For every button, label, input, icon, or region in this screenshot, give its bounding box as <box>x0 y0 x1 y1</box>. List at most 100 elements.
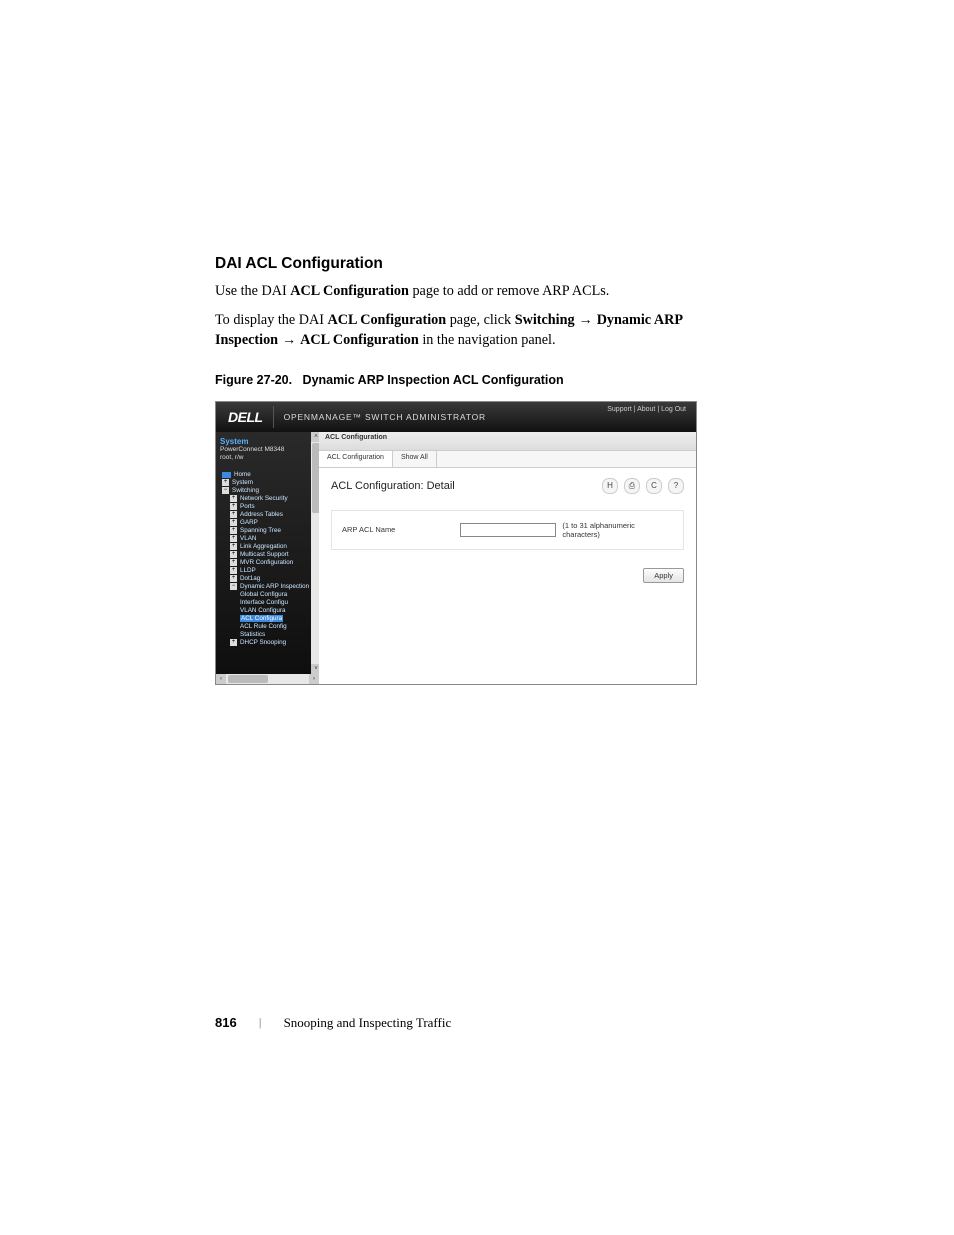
plus-icon: + <box>230 535 237 542</box>
nav-step: ACL Configuration <box>300 332 419 348</box>
tree-subitem[interactable]: Global Configura <box>240 591 315 598</box>
divider <box>273 406 274 428</box>
breadcrumb: ACL Configuration <box>319 432 696 451</box>
text: To display the DAI <box>215 312 328 328</box>
tab-acl-configuration[interactable]: ACL Configuration <box>319 451 393 467</box>
apply-button[interactable]: Apply <box>643 568 684 583</box>
tree-label: GARP <box>240 519 258 526</box>
tree-label: LLDP <box>240 567 256 574</box>
intro-paragraph-2: To display the DAI ACL Configuration pag… <box>215 310 745 351</box>
plus-icon: + <box>230 567 237 574</box>
tree-item[interactable]: +VLAN <box>230 535 315 542</box>
save-icon[interactable]: H <box>602 478 618 494</box>
panel-toolbar: H ⎙ C ? <box>602 478 684 494</box>
tree-item[interactable]: +Network Security <box>230 495 315 502</box>
tree-label: Dot1ag <box>240 575 260 582</box>
minus-icon: − <box>222 487 229 494</box>
plus-icon: + <box>230 495 237 502</box>
plus-icon: + <box>230 527 237 534</box>
tree-label: Ports <box>240 503 255 510</box>
app-header: DELL OPENMANAGE™ SWITCH ADMINISTRATOR Su… <box>216 402 696 432</box>
logo-text: DELL <box>228 409 263 425</box>
plus-icon: + <box>230 551 237 558</box>
screenshot: DELL OPENMANAGE™ SWITCH ADMINISTRATOR Su… <box>215 401 697 685</box>
chapter-title: Snooping and Inspecting Traffic <box>284 1015 452 1031</box>
tree-item[interactable]: +LLDP <box>230 567 315 574</box>
intro-paragraph-1: Use the DAI ACL Configuration page to ad… <box>215 281 745 302</box>
tree-label: Interface Configu <box>240 599 288 606</box>
nav-tree: Home +System −Switching +Network Securit… <box>220 471 315 646</box>
panel-title-row: ACL Configuration: Detail H ⎙ C ? <box>331 478 684 494</box>
tree-item[interactable]: +MVR Configuration <box>230 559 315 566</box>
arrow-icon: → <box>575 312 597 328</box>
print-icon[interactable]: ⎙ <box>624 478 640 494</box>
minus-icon: − <box>230 583 237 590</box>
tree-subitem[interactable]: VLAN Configura <box>240 607 315 614</box>
tree-subitem-selected[interactable]: ACL Configura <box>240 615 315 622</box>
tree-label: MVR Configuration <box>240 559 293 566</box>
tree-item[interactable]: +GARP <box>230 519 315 526</box>
tree-home[interactable]: Home <box>222 471 315 478</box>
scroll-thumb[interactable] <box>228 675 268 683</box>
tree-label: VLAN Configura <box>240 607 286 614</box>
tree-label: Address Tables <box>240 511 283 518</box>
arrow-icon: → <box>278 332 300 348</box>
button-row: Apply <box>331 568 684 583</box>
scroll-thumb[interactable] <box>312 443 319 513</box>
refresh-icon[interactable]: C <box>646 478 662 494</box>
plus-icon: + <box>230 503 237 510</box>
header-links[interactable]: Support | About | Log Out <box>607 406 686 413</box>
tree-item[interactable]: +Ports <box>230 503 315 510</box>
scroll-down-icon[interactable]: ˅ <box>311 664 319 674</box>
text: page to add or remove ARP ACLs. <box>409 283 609 299</box>
tree-label: Statistics <box>240 631 265 638</box>
field-hint: (1 to 31 alphanumeric characters) <box>562 521 673 539</box>
plus-icon: + <box>230 639 237 646</box>
scroll-right-icon[interactable]: › <box>309 674 319 684</box>
scroll-up-icon[interactable]: ˄ <box>311 432 319 442</box>
tree-item[interactable]: +Link Aggregation <box>230 543 315 550</box>
vertical-scrollbar[interactable]: ˄ ˅ <box>311 432 319 684</box>
section-heading: DAI ACL Configuration <box>215 255 745 273</box>
sidebar-system-label: System <box>220 437 315 446</box>
horizontal-scrollbar[interactable]: ‹ › <box>216 674 319 684</box>
tree-label: Global Configura <box>240 591 287 598</box>
figure-number: Figure 27-20. <box>215 373 292 387</box>
dell-logo: DELL <box>228 409 263 425</box>
page-number: 816 <box>215 1015 237 1030</box>
tree-subitem[interactable]: ACL Rule Config <box>240 623 315 630</box>
plus-icon: + <box>230 543 237 550</box>
tree-label: Link Aggregation <box>240 543 287 550</box>
tree-subitem[interactable]: Statistics <box>240 631 315 638</box>
panel: ACL Configuration: Detail H ⎙ C ? ARP AC… <box>319 468 696 593</box>
tree-item-dai[interactable]: −Dynamic ARP Inspection <box>230 583 315 590</box>
text: in the navigation panel. <box>419 332 556 348</box>
main-content: ACL Configuration ACL Configuration Show… <box>319 432 696 684</box>
tree-item[interactable]: +Multicast Support <box>230 551 315 558</box>
field-label: ARP ACL Name <box>342 525 460 534</box>
tree-label: DHCP Snooping <box>240 639 286 646</box>
nav-step: Switching <box>515 312 575 328</box>
tree-label: Dynamic ARP Inspection <box>240 583 309 590</box>
tree-label: Multicast Support <box>240 551 289 558</box>
tab-show-all[interactable]: Show All <box>393 451 437 467</box>
tree-item[interactable]: +Address Tables <box>230 511 315 518</box>
tree-system[interactable]: +System <box>222 479 315 486</box>
panel-title: ACL Configuration: Detail <box>331 480 455 492</box>
tree-item[interactable]: +Spanning Tree <box>230 527 315 534</box>
tree-item[interactable]: +DHCP Snooping <box>230 639 315 646</box>
tree-item[interactable]: +Dot1ag <box>230 575 315 582</box>
tree-label-selected: ACL Configura <box>240 615 283 622</box>
scroll-left-icon[interactable]: ‹ <box>216 674 226 684</box>
sidebar-user: root, r/w <box>220 454 315 462</box>
page-footer: 816 | Snooping and Inspecting Traffic <box>215 1015 451 1031</box>
field-row: ARP ACL Name (1 to 31 alphanumeric chara… <box>331 510 684 550</box>
tree-label: Home <box>234 471 251 478</box>
text: Use the DAI <box>215 283 290 299</box>
arp-acl-name-input[interactable] <box>460 523 556 537</box>
tree-label: Spanning Tree <box>240 527 281 534</box>
home-icon <box>222 472 231 478</box>
tree-switching[interactable]: −Switching <box>222 487 315 494</box>
help-icon[interactable]: ? <box>668 478 684 494</box>
tree-subitem[interactable]: Interface Configu <box>240 599 315 606</box>
